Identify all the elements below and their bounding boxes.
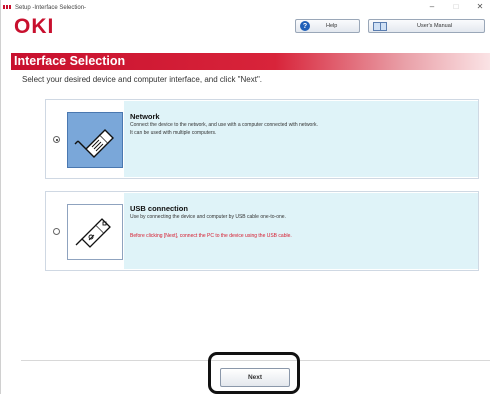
- oki-logo: OKI: [14, 15, 55, 38]
- help-label: Help: [326, 23, 338, 29]
- usb-option[interactable]: USB connection Use by connecting the dev…: [45, 191, 479, 271]
- usb-cable-icon: [67, 204, 123, 260]
- window-title: Setup -Interface Selection-: [15, 4, 87, 11]
- usb-title: USB connection: [130, 204, 188, 213]
- title-bar: Setup -Interface Selection- – □ ✕: [1, 0, 490, 15]
- app-icon: [3, 5, 12, 10]
- close-button[interactable]: ✕: [475, 1, 485, 13]
- setup-window: Setup -Interface Selection- – □ ✕ OKI ? …: [0, 0, 490, 394]
- maximize-button[interactable]: □: [451, 1, 461, 13]
- header: OKI ? Help User's Manual: [1, 15, 490, 53]
- help-icon: ?: [300, 21, 310, 31]
- usb-option-details: USB connection Use by connecting the dev…: [124, 193, 478, 269]
- network-option[interactable]: Network Connect the device to the networ…: [45, 99, 479, 179]
- usb-warning: Before clicking [Next], connect the PC t…: [130, 232, 292, 239]
- users-manual-label: User's Manual: [417, 23, 452, 29]
- minimize-button[interactable]: –: [427, 1, 437, 13]
- help-button[interactable]: ? Help: [295, 19, 360, 33]
- network-radio[interactable]: [53, 136, 60, 143]
- network-desc-2: It can be used with multiple computers.: [130, 129, 217, 136]
- network-desc-1: Connect the device to the network, and u…: [130, 122, 318, 128]
- usb-radio[interactable]: [53, 228, 60, 235]
- section-banner: Interface Selection: [11, 53, 490, 70]
- network-option-details: Network Connect the device to the networ…: [124, 101, 478, 177]
- manual-book-icon: [373, 21, 387, 31]
- network-title: Network: [130, 112, 160, 121]
- window-controls: – □ ✕: [427, 1, 485, 13]
- users-manual-button[interactable]: User's Manual: [368, 19, 485, 33]
- network-cable-icon: [67, 112, 123, 168]
- next-button[interactable]: Next: [220, 368, 290, 387]
- page-title: Interface Selection: [14, 54, 126, 68]
- instruction-text: Select your desired device and computer …: [22, 75, 263, 84]
- usb-desc-1: Use by connecting the device and compute…: [130, 214, 286, 220]
